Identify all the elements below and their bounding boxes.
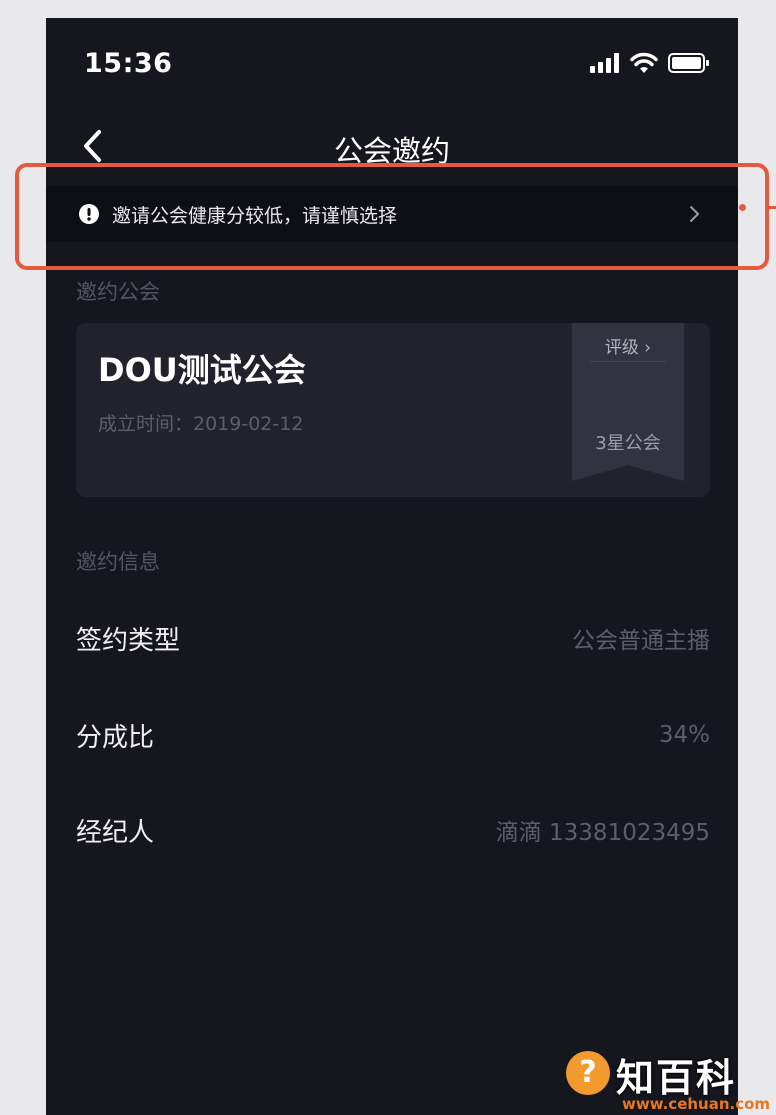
info-row-revenue-share: 分成比 34% — [76, 705, 710, 765]
invite-section-label: 邀约信息 — [76, 550, 160, 574]
rating-value: 3星公会 — [595, 433, 661, 454]
rating-link[interactable]: 评级 › — [572, 333, 684, 358]
info-value: 滴滴 13381023495 — [495, 820, 710, 846]
guild-section-label: 邀约公会 — [76, 280, 160, 304]
highlight-annotation-box — [15, 163, 769, 270]
watermark-brand: 知百科 — [616, 1056, 737, 1100]
guild-founded-date: 成立时间：2019-02-12 — [98, 413, 304, 435]
status-time: 15:36 — [84, 48, 173, 79]
info-row-agent: 经纪人 滴滴 13381023495 — [76, 800, 710, 860]
rating-divider — [590, 361, 666, 362]
watermark-url: www.cehuan.com — [622, 1095, 771, 1113]
signal-icon — [590, 53, 619, 73]
info-value: 34% — [658, 722, 710, 748]
info-row-contract-type: 签约类型 公会普通主播 — [76, 608, 710, 668]
annotation-connector — [769, 206, 776, 209]
status-bar: 15:36 — [46, 18, 738, 108]
rating-ribbon[interactable]: 评级 › 3星公会 — [572, 323, 684, 481]
info-label: 分成比 — [76, 722, 155, 753]
wifi-icon — [630, 52, 658, 73]
battery-icon — [668, 53, 709, 73]
guild-name: DOU测试公会 — [98, 351, 306, 389]
question-mark-icon: ? — [566, 1051, 610, 1095]
info-label: 经纪人 — [76, 817, 155, 848]
guild-card[interactable]: DOU测试公会 成立时间：2019-02-12 评级 › 3星公会 — [76, 323, 710, 497]
info-value: 公会普通主播 — [572, 628, 710, 654]
annotation-dot — [739, 204, 746, 211]
status-icons — [590, 52, 710, 74]
info-label: 签约类型 — [76, 625, 181, 656]
watermark: ? 知百科 www.cehuan.com — [558, 1047, 770, 1113]
